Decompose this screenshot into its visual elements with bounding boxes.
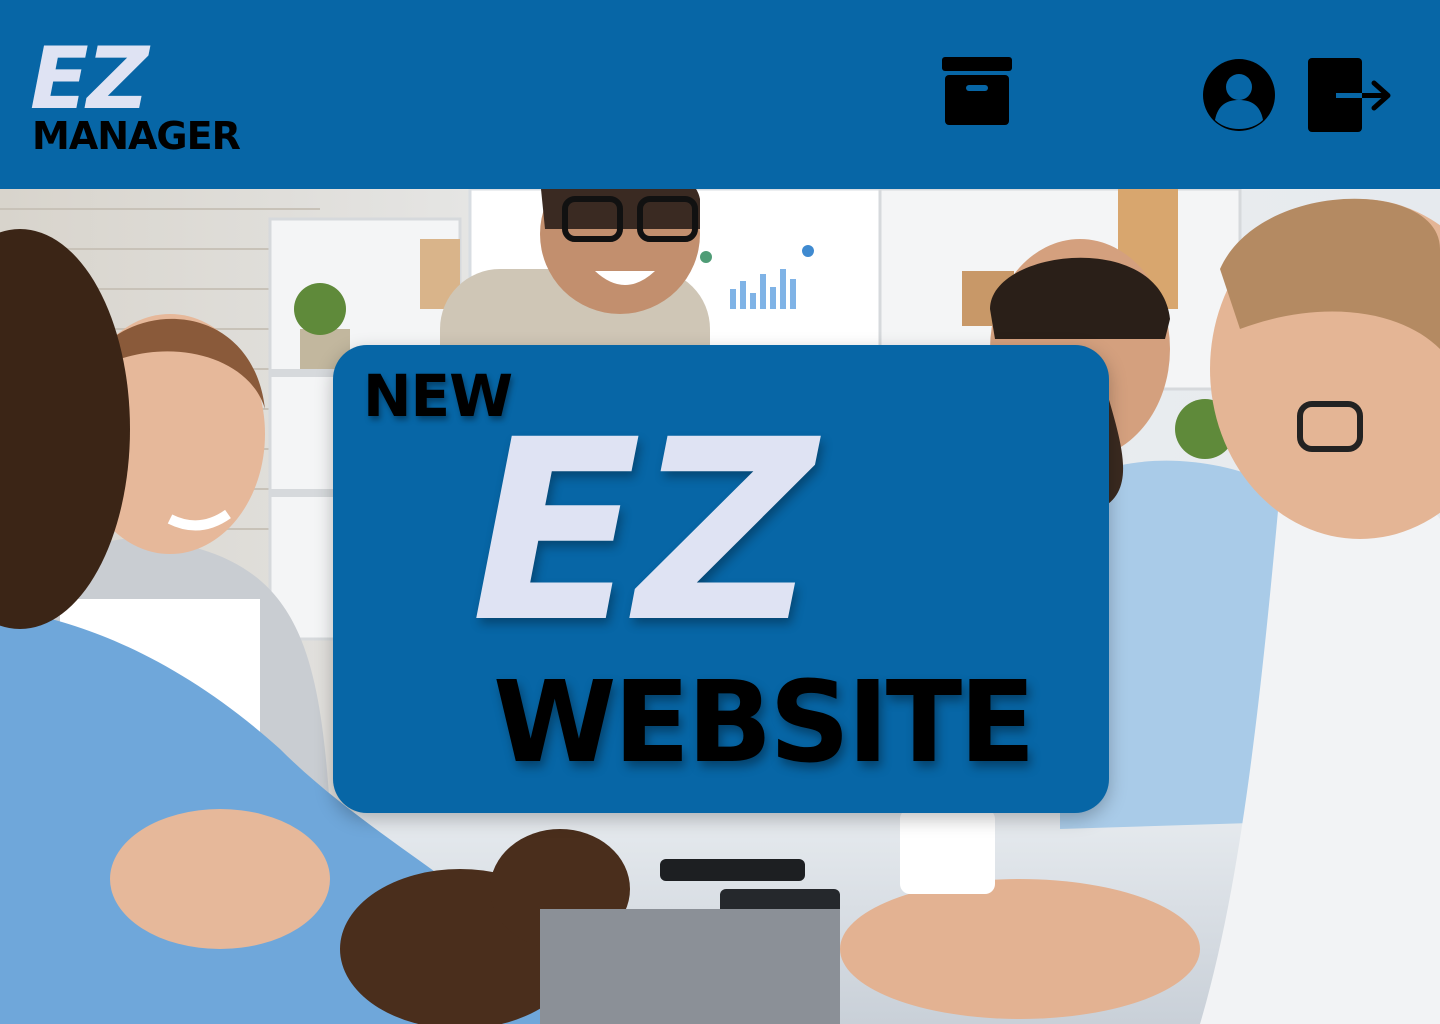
new-website-promo-card[interactable]: NEW EZ WEBSITE	[333, 345, 1109, 813]
top-header: EZ MANAGER	[0, 0, 1440, 189]
promo-ez-text: EZ	[471, 386, 817, 677]
user-profile-icon[interactable]	[1202, 58, 1276, 132]
archive-box-icon[interactable]	[942, 57, 1012, 125]
logout-icon[interactable]	[1308, 58, 1392, 132]
logo-manager-text: MANAGER	[32, 114, 241, 158]
logo-ez-text: EZ	[30, 29, 149, 129]
ez-manager-logo[interactable]: EZ MANAGER	[30, 36, 290, 166]
promo-website-text: WEBSITE	[493, 658, 1036, 788]
